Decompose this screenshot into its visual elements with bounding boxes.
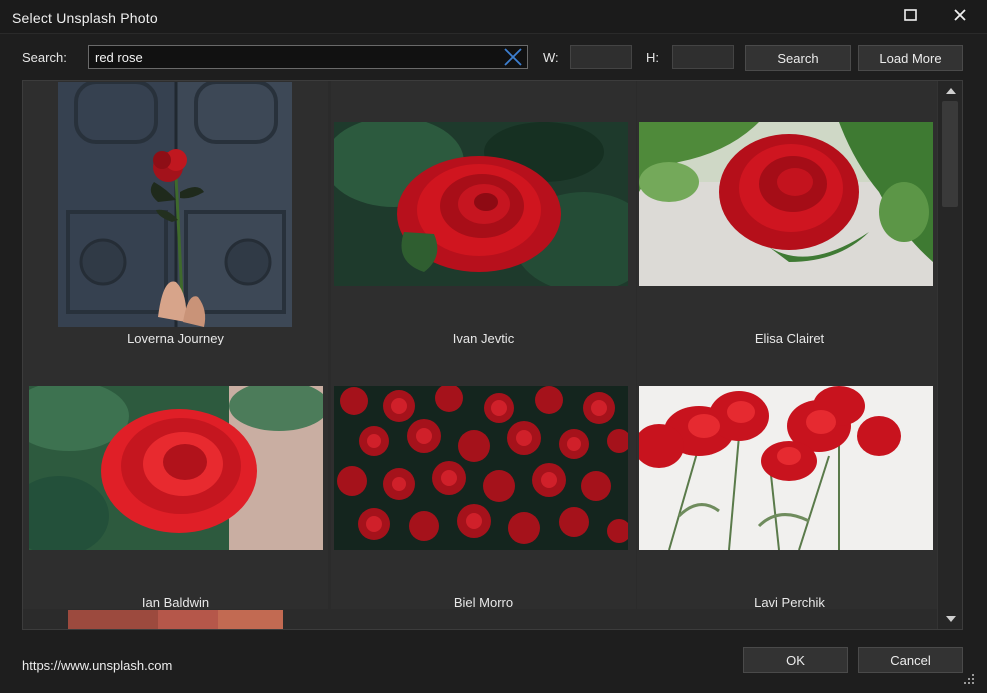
photo-author: Elisa Clairet <box>754 331 825 346</box>
grid-scrollbar[interactable] <box>937 81 962 629</box>
search-field[interactable] <box>88 45 528 69</box>
photo-tile[interactable]: Lavi Perchik <box>637 345 942 610</box>
photo-tile[interactable]: Elisa Clairet <box>637 81 942 346</box>
scroll-thumb[interactable] <box>942 101 958 207</box>
photo-tile[interactable]: Biel Morro <box>331 345 636 610</box>
photo-author: Loverna Journey <box>127 331 224 346</box>
unsplash-link[interactable]: https://www.unsplash.com <box>22 658 172 673</box>
search-input[interactable] <box>95 48 495 66</box>
clear-search-icon[interactable] <box>502 47 524 67</box>
photo-author: Lavi Perchik <box>754 595 825 610</box>
photo-tile[interactable]: Ivan Jevtic <box>331 81 636 346</box>
photo-thumbnail[interactable] <box>639 386 933 550</box>
ok-button[interactable]: OK <box>743 647 848 673</box>
arrow-down-icon <box>945 616 956 622</box>
maximize-icon <box>904 9 917 21</box>
search-label: Search: <box>22 50 67 65</box>
photo-tile[interactable]: Loverna Journey <box>23 81 328 346</box>
close-button[interactable] <box>938 0 982 30</box>
photo-tile[interactable]: Ian Baldwin <box>23 345 328 610</box>
cancel-button[interactable]: Cancel <box>858 647 963 673</box>
photo-thumbnail-partial[interactable] <box>68 610 283 629</box>
height-input[interactable] <box>672 45 734 69</box>
search-button[interactable]: Search <box>745 45 851 71</box>
width-input[interactable] <box>570 45 632 69</box>
height-label: H: <box>646 50 659 65</box>
photo-thumbnail[interactable] <box>334 122 628 286</box>
maximize-button[interactable] <box>889 0 933 30</box>
photo-grid: Loverna Journey Ivan Jevtic Elisa Claire… <box>22 80 963 630</box>
photo-thumbnail[interactable] <box>334 386 628 550</box>
photo-author: Ivan Jevtic <box>452 331 515 346</box>
resize-grip-icon[interactable] <box>962 672 976 686</box>
width-label: W: <box>543 50 559 65</box>
scroll-down-button[interactable] <box>938 609 963 629</box>
window-title: Select Unsplash Photo <box>12 10 158 26</box>
arrow-up-icon <box>945 88 956 94</box>
scroll-up-button[interactable] <box>938 81 963 101</box>
photo-author: Ian Baldwin <box>141 595 210 610</box>
photo-thumbnail[interactable] <box>29 386 323 550</box>
close-icon <box>954 9 966 21</box>
title-bar: Select Unsplash Photo <box>0 0 987 34</box>
photo-thumbnail[interactable] <box>639 122 933 286</box>
photo-author: Biel Morro <box>453 595 514 610</box>
photo-thumbnail[interactable] <box>58 82 292 327</box>
load-more-button[interactable]: Load More <box>858 45 963 71</box>
